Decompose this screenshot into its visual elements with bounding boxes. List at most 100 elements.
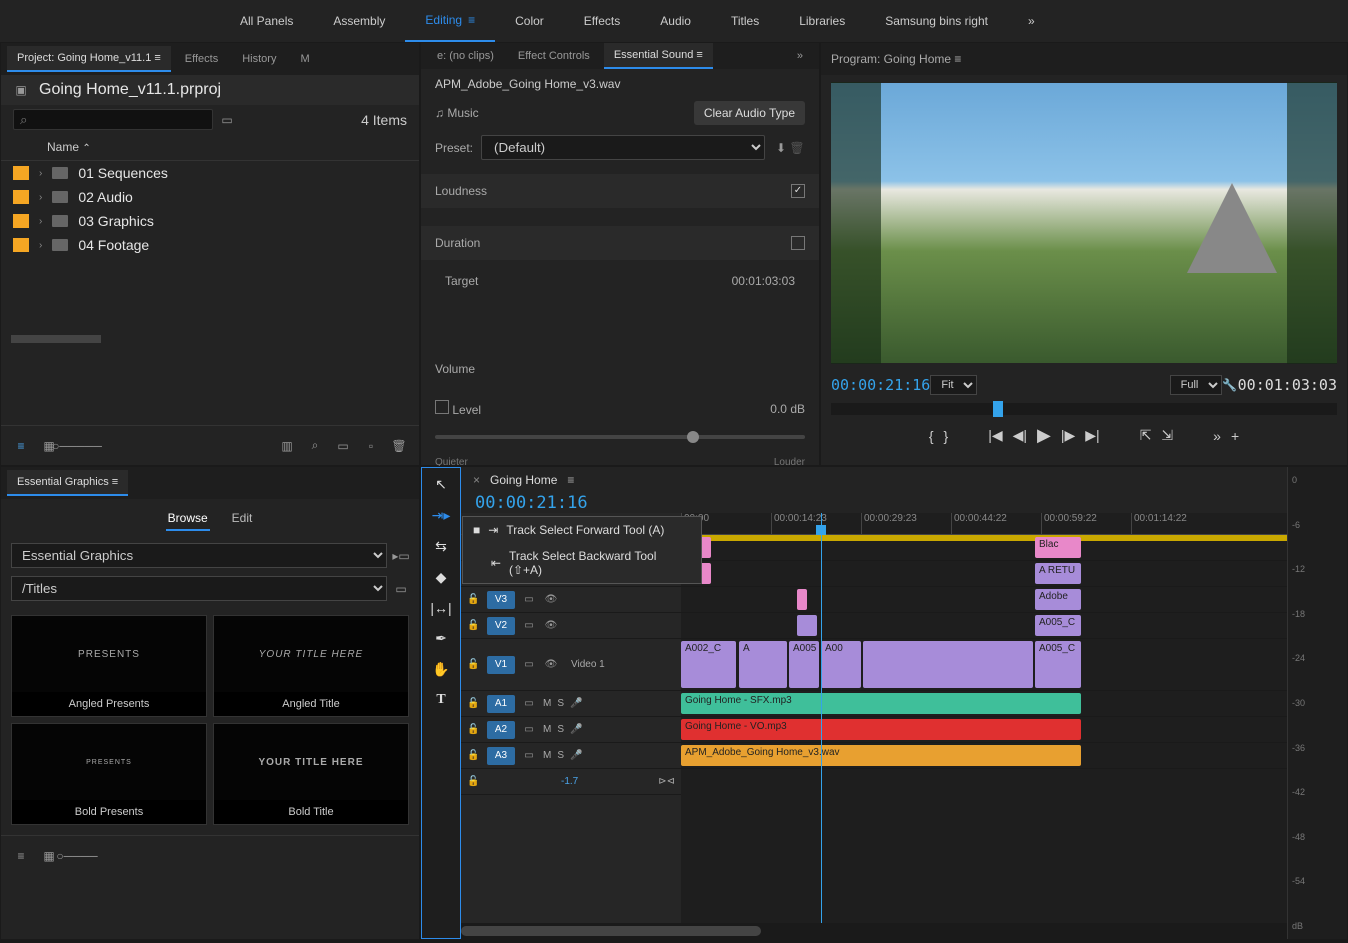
level-toggle[interactable] — [435, 400, 449, 414]
volume-slider[interactable] — [435, 435, 805, 439]
preset-select[interactable]: (Default) — [481, 135, 765, 160]
wrench-icon[interactable]: 🔧 — [1222, 377, 1238, 393]
freeform-view-icon[interactable]: ○───── — [69, 438, 85, 454]
clip[interactable]: Blac — [1035, 537, 1081, 558]
column-name[interactable]: Name ⌃ — [1, 134, 419, 161]
ws-tab-effects[interactable]: Effects — [564, 0, 640, 42]
duration-toggle[interactable] — [791, 236, 805, 250]
clip[interactable] — [797, 615, 817, 636]
clip[interactable]: A00 — [821, 641, 861, 688]
tab-essential-sound[interactable]: Essential Sound ≡ — [604, 43, 713, 69]
h-scroll[interactable] — [11, 335, 101, 343]
clip[interactable]: A005 — [789, 641, 819, 688]
track-a2[interactable]: 🔓A2▭MS🎤 — [461, 717, 681, 743]
folder-sequences[interactable]: ›01 Sequences — [1, 161, 419, 185]
eg-grid-icon[interactable]: ▦ — [41, 848, 57, 864]
clip[interactable]: Adobe — [1035, 589, 1081, 610]
program-tc-current[interactable]: 00:00:21:16 — [831, 376, 930, 394]
sequence-name[interactable]: Going Home — [490, 473, 557, 487]
eg-tab-browse[interactable]: Browse — [166, 507, 210, 531]
ws-overflow-icon[interactable]: » — [1008, 0, 1055, 42]
timeline-h-scroll[interactable] — [461, 923, 1287, 939]
go-to-out-icon[interactable]: ▶| — [1085, 427, 1099, 444]
tab-source[interactable]: e: (no clips) — [427, 44, 504, 68]
clip[interactable] — [863, 641, 1033, 688]
automate-icon[interactable]: ▥ — [279, 438, 295, 454]
selection-tool-icon[interactable]: ↖ — [435, 476, 447, 493]
ripple-edit-tool-icon[interactable]: ⇆ — [435, 538, 447, 555]
slip-tool-icon[interactable]: |↔| — [430, 600, 451, 616]
clip[interactable]: Going Home - SFX.mp3 — [681, 693, 1081, 714]
trash-preset-icon[interactable]: 🗑 — [789, 140, 805, 156]
track-v2[interactable]: 🔓V2▭👁 — [461, 613, 681, 639]
new-bin-icon[interactable]: ▭ — [335, 438, 351, 454]
ws-tab-audio[interactable]: Audio — [640, 0, 711, 42]
razor-tool-icon[interactable]: ◆ — [436, 569, 447, 586]
playhead[interactable] — [821, 513, 822, 923]
ws-tab-color[interactable]: Color — [495, 0, 564, 42]
find-icon[interactable]: ⌕ — [307, 438, 323, 454]
loudness-toggle[interactable] — [791, 184, 805, 198]
close-sequence-icon[interactable]: × — [473, 473, 480, 487]
tab-effect-controls[interactable]: Effect Controls — [508, 44, 600, 68]
eg-list-icon[interactable]: ≡ — [13, 848, 29, 864]
ws-tab-titles[interactable]: Titles — [711, 0, 779, 42]
tab-history[interactable]: History — [232, 47, 286, 71]
tab-project[interactable]: Project: Going Home_v11.1 ≡ — [7, 46, 171, 72]
download-icon[interactable]: ⬇ — [773, 140, 789, 156]
play-icon[interactable]: ▶ — [1037, 425, 1051, 446]
program-viewport[interactable] — [831, 83, 1337, 363]
quality-select[interactable]: Full — [1170, 375, 1222, 395]
track-select-tool-icon[interactable]: ⇥▸ — [432, 507, 451, 524]
folder-footage[interactable]: ›04 Footage — [1, 233, 419, 257]
ws-tab-assembly[interactable]: Assembly — [313, 0, 405, 42]
clip[interactable] — [797, 589, 807, 610]
export-frame-icon[interactable]: » — [1213, 428, 1221, 444]
eg-tab-edit[interactable]: Edit — [230, 507, 255, 531]
clip[interactable]: A — [739, 641, 787, 688]
clear-audio-type-button[interactable]: Clear Audio Type — [694, 101, 805, 125]
clip[interactable]: A002_C — [681, 641, 736, 688]
hand-tool-icon[interactable]: ✋ — [432, 661, 449, 678]
step-back-icon[interactable]: ◀| — [1013, 427, 1027, 444]
tab-effects[interactable]: Effects — [175, 47, 228, 71]
timeline-canvas[interactable]: 00:00 00:00:14:23 00:00:29:23 00:00:44:2… — [681, 513, 1287, 923]
search-input[interactable] — [13, 109, 213, 130]
folder-graphics[interactable]: ›03 Graphics — [1, 209, 419, 233]
eg-library-select[interactable]: Essential Graphics — [11, 543, 387, 568]
clip[interactable]: APM_Adobe_Going Home_v3.wav — [681, 745, 1081, 766]
tool-track-select-backward[interactable]: ⇤Track Select Backward Tool (⇧+A) — [463, 543, 701, 583]
eg-folder-select[interactable]: /Titles — [11, 576, 387, 601]
type-tool-icon[interactable]: T — [436, 692, 445, 708]
filter-icon[interactable]: ▭ — [219, 112, 235, 128]
eg-card-angled-title[interactable]: YOUR TITLE HEREAngled Title — [213, 615, 409, 717]
clip[interactable]: A005_C — [1035, 641, 1081, 688]
trash-icon[interactable]: 🗑 — [391, 438, 407, 454]
tab-essential-graphics[interactable]: Essential Graphics ≡ — [7, 470, 128, 496]
clip[interactable]: A RETU — [1035, 563, 1081, 584]
track-a1[interactable]: 🔓A1▭MS🎤 — [461, 691, 681, 717]
clip[interactable]: Going Home - VO.mp3 — [681, 719, 1081, 740]
pen-tool-icon[interactable]: ✒ — [435, 630, 447, 647]
ws-tab-samsung[interactable]: Samsung bins right — [865, 0, 1008, 42]
eg-reveal-icon[interactable]: ▸▭ — [393, 548, 409, 564]
eg-card-bold-title[interactable]: YOUR TITLE HEREBold Title — [213, 723, 409, 825]
step-fwd-icon[interactable]: |▶ — [1061, 427, 1075, 444]
zoom-select[interactable]: Fit — [930, 375, 977, 395]
button-editor-icon[interactable]: + — [1231, 428, 1239, 444]
new-item-icon[interactable]: ▫ — [363, 438, 379, 454]
timeline-tc[interactable]: 00:00:21:16 — [461, 493, 1287, 513]
ws-tab-all-panels[interactable]: All Panels — [220, 0, 313, 42]
track-v1[interactable]: 🔓V1▭👁Video 1 — [461, 639, 681, 691]
mark-in-icon[interactable]: { — [929, 428, 934, 444]
eg-zoom-slider[interactable]: ○──── — [69, 848, 85, 864]
track-v3[interactable]: 🔓V3▭👁 — [461, 587, 681, 613]
lift-icon[interactable]: ⇱ — [1140, 427, 1152, 444]
eg-folder-icon[interactable]: ▭ — [393, 581, 409, 597]
ws-tab-editing[interactable]: Editing≡ — [405, 0, 495, 42]
eg-card-bold-presents[interactable]: PRESENTSBold Presents — [11, 723, 207, 825]
ws-tab-libraries[interactable]: Libraries — [779, 0, 865, 42]
track-master[interactable]: 🔓-1.7⊳⊲ — [461, 769, 681, 795]
track-a3[interactable]: 🔓A3▭MS🎤 — [461, 743, 681, 769]
tab-markers[interactable]: M — [290, 47, 319, 71]
